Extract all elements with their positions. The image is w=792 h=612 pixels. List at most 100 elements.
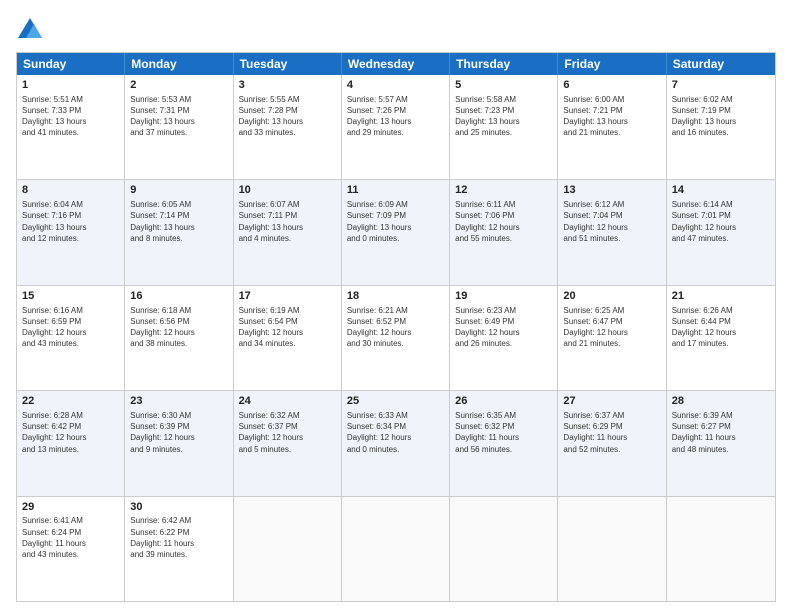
day-number: 4 [347, 78, 444, 93]
calendar-cell: 3Sunrise: 5:55 AMSunset: 7:28 PMDaylight… [234, 75, 342, 179]
day-number: 5 [455, 78, 552, 93]
cell-line: and 5 minutes. [239, 444, 336, 455]
calendar-cell: 13Sunrise: 6:12 AMSunset: 7:04 PMDayligh… [558, 180, 666, 284]
day-number: 10 [239, 183, 336, 198]
day-header-tuesday: Tuesday [234, 53, 342, 75]
calendar-row: 8Sunrise: 6:04 AMSunset: 7:16 PM Daylight… [17, 180, 775, 285]
cell-line: Sunset: 7:04 PM [563, 210, 660, 221]
day-header-wednesday: Wednesday [342, 53, 450, 75]
cell-line: Sunrise: 6:37 AM [563, 410, 660, 421]
cell-line: Sunrise: 6:21 AM [347, 305, 444, 316]
cell-line: and 47 minutes. [672, 233, 770, 244]
cell-line: Sunrise: 6:26 AM [672, 305, 770, 316]
day-number: 23 [130, 394, 227, 409]
cell-line: Sunset: 7:23 PM [455, 105, 552, 116]
cell-line: Daylight: 13 hours [347, 116, 444, 127]
cell-line: Sunrise: 6:02 AM [672, 94, 770, 105]
cell-line: and 17 minutes. [672, 338, 770, 349]
calendar-cell: 26Sunrise: 6:35 AMSunset: 6:32 PMDayligh… [450, 391, 558, 495]
cell-line: Sunrise: 6:04 AM [22, 199, 119, 210]
day-number: 3 [239, 78, 336, 93]
cell-line: and 33 minutes. [239, 127, 336, 138]
day-number: 25 [347, 394, 444, 409]
cell-line: Sunset: 6:39 PM [130, 421, 227, 432]
cell-line: Daylight: 11 hours [130, 538, 227, 549]
cell-line: Sunset: 6:24 PM [22, 527, 119, 538]
cell-line: and 55 minutes. [455, 233, 552, 244]
cell-line: Daylight: 12 hours [347, 432, 444, 443]
cell-line: Sunrise: 6:12 AM [563, 199, 660, 210]
calendar-cell: 4Sunrise: 5:57 AMSunset: 7:26 PMDaylight… [342, 75, 450, 179]
calendar-cell: 19Sunrise: 6:23 AMSunset: 6:49 PMDayligh… [450, 286, 558, 390]
cell-line: Sunset: 6:22 PM [130, 527, 227, 538]
cell-line: Sunset: 7:21 PM [563, 105, 660, 116]
cell-line: Daylight: 12 hours [347, 327, 444, 338]
cell-line: Daylight: 13 hours [130, 222, 227, 233]
calendar-row: 29Sunrise: 6:41 AMSunset: 6:24 PMDayligh… [17, 497, 775, 601]
cell-line: Daylight: 11 hours [672, 432, 770, 443]
calendar-cell: 12Sunrise: 6:11 AMSunset: 7:06 PMDayligh… [450, 180, 558, 284]
cell-line: Sunset: 7:11 PM [239, 210, 336, 221]
cell-line: Daylight: 13 hours [239, 116, 336, 127]
cell-line: and 48 minutes. [672, 444, 770, 455]
calendar-cell: 23Sunrise: 6:30 AMSunset: 6:39 PMDayligh… [125, 391, 233, 495]
cell-line: Sunset: 6:27 PM [672, 421, 770, 432]
calendar-cell: 22Sunrise: 6:28 AMSunset: 6:42 PMDayligh… [17, 391, 125, 495]
calendar-cell [450, 497, 558, 601]
cell-line: Sunrise: 5:55 AM [239, 94, 336, 105]
cell-line: Sunset: 7:09 PM [347, 210, 444, 221]
cell-line: and 43 minutes. [22, 338, 119, 349]
cell-line: Sunset: 7:16 PM [22, 210, 119, 221]
day-number: 12 [455, 183, 552, 198]
calendar-cell: 15Sunrise: 6:16 AMSunset: 6:59 PMDayligh… [17, 286, 125, 390]
cell-line: Sunrise: 5:57 AM [347, 94, 444, 105]
cell-line: Daylight: 13 hours [22, 116, 119, 127]
day-number: 29 [22, 500, 119, 515]
calendar-cell: 27Sunrise: 6:37 AMSunset: 6:29 PMDayligh… [558, 391, 666, 495]
day-number: 21 [672, 289, 770, 304]
cell-line: and 26 minutes. [455, 338, 552, 349]
cell-line: and 9 minutes. [130, 444, 227, 455]
cell-line: and 29 minutes. [347, 127, 444, 138]
cell-line: Daylight: 13 hours [672, 116, 770, 127]
calendar-cell: 14Sunrise: 6:14 AMSunset: 7:01 PMDayligh… [667, 180, 775, 284]
cell-line: and 13 minutes. [22, 444, 119, 455]
cell-line: Sunset: 7:31 PM [130, 105, 227, 116]
cell-line: Sunset: 6:34 PM [347, 421, 444, 432]
cell-line: Daylight: 13 hours [239, 222, 336, 233]
cell-line: Sunset: 6:49 PM [455, 316, 552, 327]
cell-line: Daylight: 11 hours [455, 432, 552, 443]
cell-line: Daylight: 12 hours [455, 327, 552, 338]
cell-line: Sunrise: 5:51 AM [22, 94, 119, 105]
cell-line: Sunrise: 6:18 AM [130, 305, 227, 316]
calendar-cell: 29Sunrise: 6:41 AMSunset: 6:24 PMDayligh… [17, 497, 125, 601]
calendar-cell: 16Sunrise: 6:18 AMSunset: 6:56 PMDayligh… [125, 286, 233, 390]
day-number: 27 [563, 394, 660, 409]
cell-line: and 4 minutes. [239, 233, 336, 244]
calendar-cell: 20Sunrise: 6:25 AMSunset: 6:47 PMDayligh… [558, 286, 666, 390]
cell-line: Sunrise: 6:25 AM [563, 305, 660, 316]
calendar-cell: 25Sunrise: 6:33 AMSunset: 6:34 PMDayligh… [342, 391, 450, 495]
cell-line: Daylight: 13 hours [563, 116, 660, 127]
day-number: 9 [130, 183, 227, 198]
calendar-row: 1Sunrise: 5:51 AMSunset: 7:33 PMDaylight… [17, 75, 775, 180]
cell-line: Daylight: 12 hours [563, 327, 660, 338]
day-number: 8 [22, 183, 119, 198]
day-number: 18 [347, 289, 444, 304]
cell-line: Sunrise: 6:07 AM [239, 199, 336, 210]
calendar: SundayMondayTuesdayWednesdayThursdayFrid… [16, 52, 776, 602]
logo-icon [16, 16, 44, 44]
calendar-cell: 5Sunrise: 5:58 AMSunset: 7:23 PMDaylight… [450, 75, 558, 179]
cell-line: and 0 minutes. [347, 444, 444, 455]
cell-line: Sunset: 7:28 PM [239, 105, 336, 116]
cell-line: Sunset: 7:19 PM [672, 105, 770, 116]
cell-line: Daylight: 13 hours [130, 116, 227, 127]
cell-line: and 21 minutes. [563, 338, 660, 349]
cell-line: and 51 minutes. [563, 233, 660, 244]
cell-line: and 25 minutes. [455, 127, 552, 138]
cell-line: Sunrise: 6:11 AM [455, 199, 552, 210]
cell-line: Sunrise: 6:35 AM [455, 410, 552, 421]
cell-line: Sunrise: 5:58 AM [455, 94, 552, 105]
cell-line: and 39 minutes. [130, 549, 227, 560]
day-number: 11 [347, 183, 444, 198]
